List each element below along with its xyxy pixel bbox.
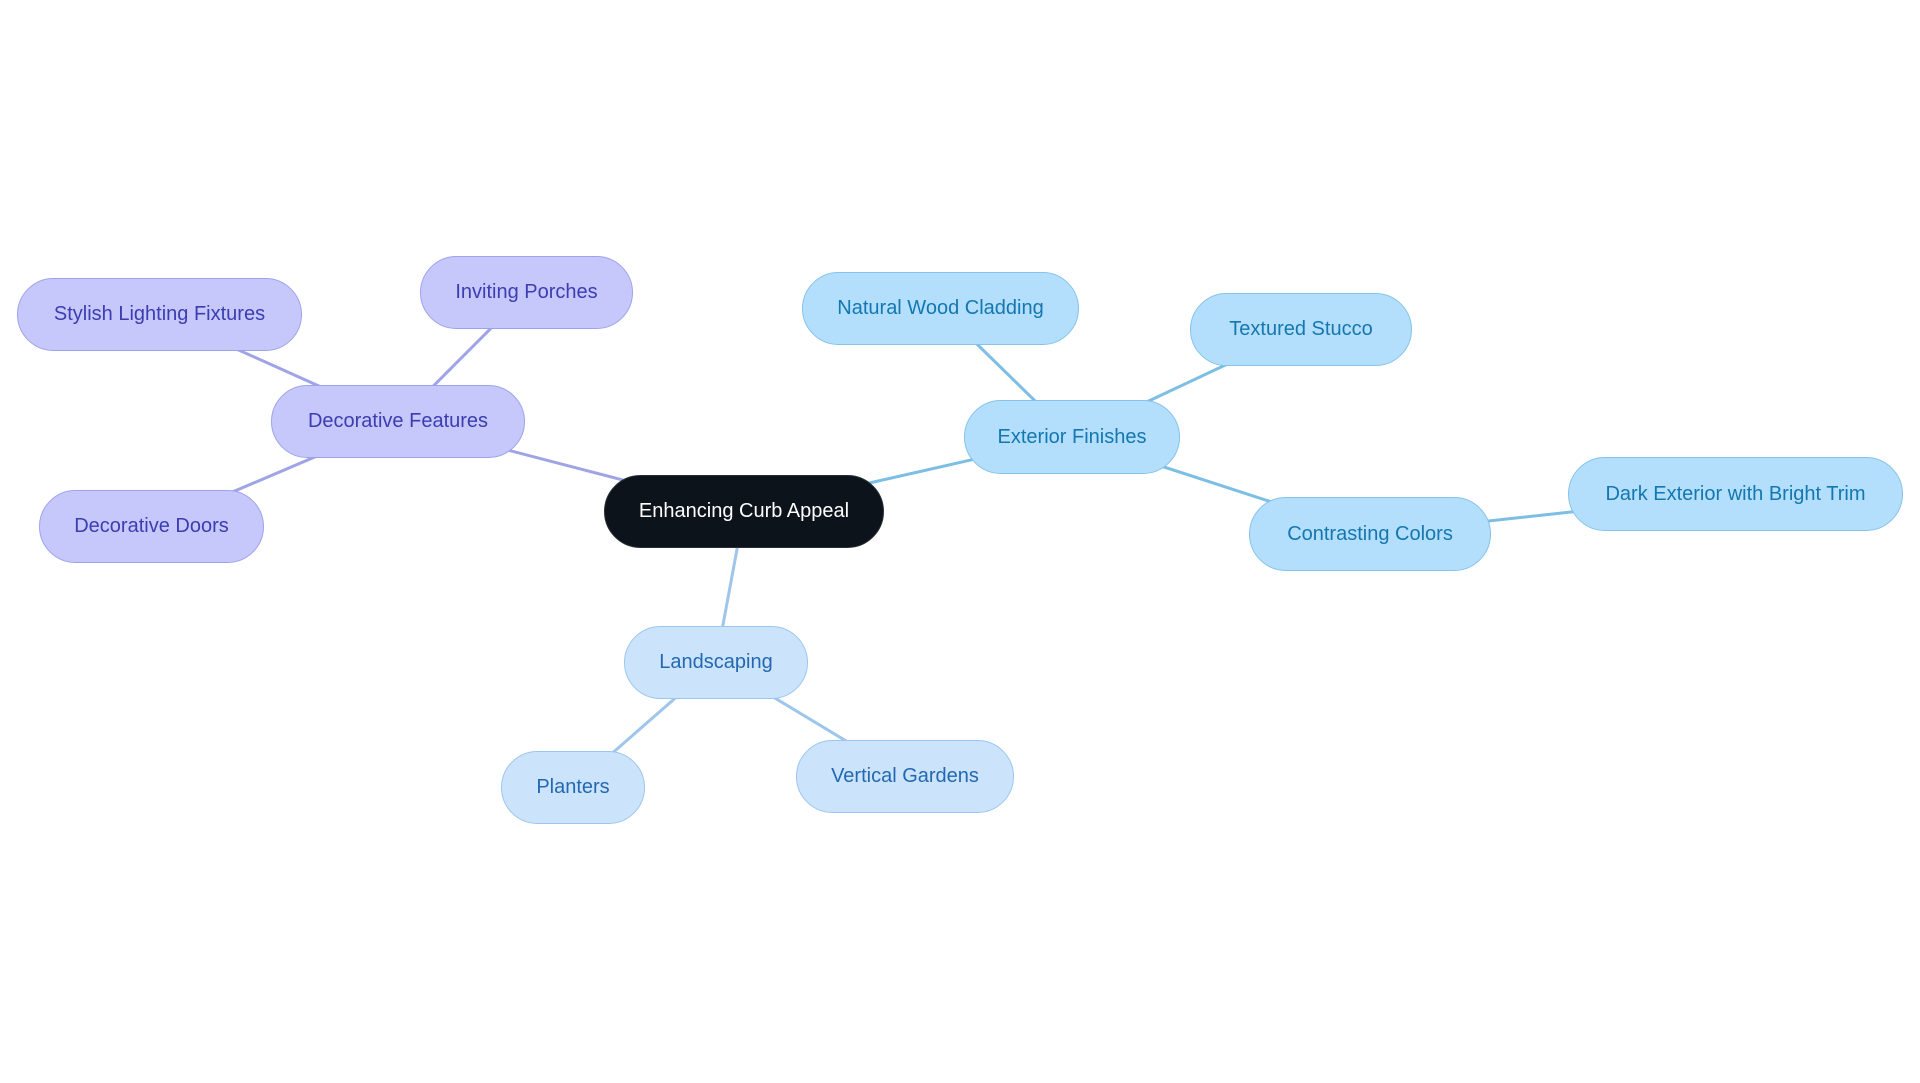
node-contrasting-colors[interactable]: Contrasting Colors: [1249, 497, 1491, 571]
node-landscaping[interactable]: Landscaping: [624, 626, 808, 699]
node-vertical-gardens[interactable]: Vertical Gardens: [796, 740, 1014, 813]
node-dark-exterior-with-bright-trim[interactable]: Dark Exterior with Bright Trim: [1568, 457, 1903, 531]
node-inviting-porches[interactable]: Inviting Porches: [420, 256, 633, 329]
node-exterior-finishes[interactable]: Exterior Finishes: [964, 400, 1180, 474]
node-decorative-doors[interactable]: Decorative Doors: [39, 490, 264, 563]
node-planters[interactable]: Planters: [501, 751, 645, 824]
node-textured-stucco[interactable]: Textured Stucco: [1190, 293, 1412, 366]
node-stylish-lighting-fixtures[interactable]: Stylish Lighting Fixtures: [17, 278, 302, 351]
node-natural-wood-cladding[interactable]: Natural Wood Cladding: [802, 272, 1079, 345]
node-decorative-features[interactable]: Decorative Features: [271, 385, 525, 458]
node-root[interactable]: Enhancing Curb Appeal: [604, 475, 884, 548]
mindmap-edges: [150, 291, 1736, 789]
